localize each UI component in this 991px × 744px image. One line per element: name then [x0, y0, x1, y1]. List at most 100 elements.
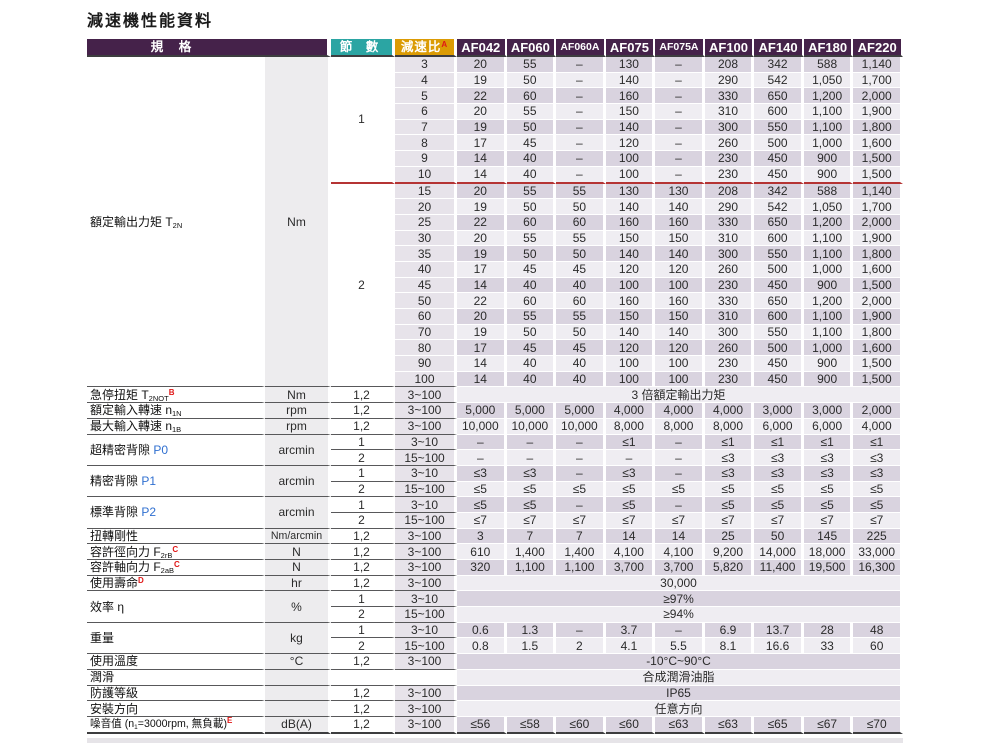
model-header: AF100 — [705, 39, 755, 57]
value-cell: – — [507, 450, 557, 466]
value-cell: 1,500 — [853, 167, 903, 184]
value-cell: ≤60 — [556, 717, 606, 734]
value-cell: 208 — [705, 57, 755, 73]
unit-cell: °C — [265, 654, 331, 670]
value-cell: ≤1 — [804, 435, 854, 451]
value-cell: – — [655, 623, 705, 639]
value-cell: ≤7 — [606, 513, 656, 529]
value-cell: 550 — [754, 325, 804, 341]
ratio-cell: 15~100 — [395, 607, 457, 623]
value-cell: 330 — [705, 215, 755, 231]
spec-label-cell: 額定輸入轉速 n1N — [87, 403, 265, 419]
value-cell: – — [556, 57, 606, 73]
value-cell: 600 — [754, 309, 804, 325]
value-cell: 17 — [457, 262, 507, 278]
value-cell: 140 — [606, 120, 656, 136]
spec-label-cell: 潤滑 — [87, 670, 265, 686]
value-cell: 19 — [457, 246, 507, 262]
unit-cell — [265, 701, 331, 717]
value-cell: ≤5 — [457, 497, 507, 513]
unit-cell — [265, 686, 331, 702]
merged-value-cell: IP65 — [457, 686, 903, 702]
table-row: 容許軸向力 F2aBCN1,23~1003201,1001,1003,7003,… — [87, 560, 903, 576]
spec-label-cell: 標準背隙 P2 — [87, 497, 265, 528]
value-cell: 1.3 — [507, 623, 557, 639]
value-cell: 1,200 — [804, 293, 854, 309]
value-cell: 1,500 — [853, 372, 903, 388]
value-cell: ≤1 — [754, 435, 804, 451]
value-cell: 100 — [606, 167, 656, 184]
value-cell: 900 — [804, 356, 854, 372]
stage-cell: 1,2 — [331, 686, 395, 702]
value-cell: 1,600 — [853, 340, 903, 356]
backlash-grade-label: P1 — [141, 474, 156, 488]
value-cell: 18,000 — [804, 544, 854, 560]
value-cell: 4,100 — [655, 544, 705, 560]
value-cell: 150 — [606, 104, 656, 120]
merged-value-cell: 任意方向 — [457, 701, 903, 717]
value-cell: ≤3 — [606, 466, 656, 482]
value-cell: 6,000 — [754, 419, 804, 435]
value-cell: 4,000 — [655, 403, 705, 419]
value-cell: 1.5 — [507, 638, 557, 654]
value-cell: 1,140 — [853, 57, 903, 73]
value-cell: 16,300 — [853, 560, 903, 576]
footnote-marker: C — [172, 545, 178, 554]
value-cell: – — [655, 466, 705, 482]
value-cell: 140 — [655, 246, 705, 262]
model-header: AF060 — [507, 39, 557, 57]
stage-cell: 1 — [331, 466, 395, 482]
value-cell: ≤3 — [457, 466, 507, 482]
value-cell: 40 — [507, 372, 557, 388]
stage-cell: 1,2 — [331, 403, 395, 419]
ratio-cell: 10 — [395, 167, 457, 184]
value-cell: 550 — [754, 246, 804, 262]
stage-cell: 1,2 — [331, 387, 395, 403]
value-cell: 50 — [507, 73, 557, 89]
value-cell: 290 — [705, 199, 755, 215]
value-cell: 160 — [655, 293, 705, 309]
spec-label-cell: 超精密背隙 P0 — [87, 435, 265, 466]
value-cell: 588 — [804, 57, 854, 73]
value-cell: 50 — [556, 199, 606, 215]
value-cell: – — [556, 104, 606, 120]
value-cell: 100 — [606, 151, 656, 167]
value-cell: ≤65 — [754, 717, 804, 734]
value-cell: 60 — [507, 88, 557, 104]
value-cell: ≤3 — [705, 466, 755, 482]
value-cell: 50 — [507, 325, 557, 341]
value-cell: ≤3 — [804, 466, 854, 482]
value-cell: ≤7 — [853, 513, 903, 529]
unit-cell: rpm — [265, 403, 331, 419]
stage-cell: 1 — [331, 435, 395, 451]
stage-cell: 2 — [331, 184, 395, 388]
value-cell: 4,000 — [606, 403, 656, 419]
unit-cell — [265, 670, 331, 686]
value-cell: 45 — [507, 262, 557, 278]
value-cell: 6.9 — [705, 623, 755, 639]
model-header: AF042 — [457, 39, 507, 57]
value-cell: 1,100 — [804, 104, 854, 120]
table-row: 容許徑向力 F2rBCN1,23~1006101,4001,4004,1004,… — [87, 544, 903, 560]
unit-cell: N — [265, 560, 331, 576]
table-row: 扭轉剛性Nm/arcmin1,23~10037714142550145225 — [87, 529, 903, 545]
value-cell: 2 — [556, 638, 606, 654]
value-cell: 900 — [804, 278, 854, 294]
value-cell: 150 — [606, 231, 656, 247]
value-cell: 50 — [507, 120, 557, 136]
spec-label-cell: 扭轉剛性 — [87, 529, 265, 545]
value-cell: 330 — [705, 88, 755, 104]
value-cell: 600 — [754, 104, 804, 120]
value-cell: 1,050 — [804, 73, 854, 89]
page-title: 減速機性能資料 — [87, 7, 213, 31]
table-row: 噪音值 (n1=3000rpm, 無負載)EdB(A)1,23~100≤56≤5… — [87, 717, 903, 734]
value-cell: – — [556, 88, 606, 104]
value-cell: – — [606, 450, 656, 466]
value-cell: 14 — [457, 356, 507, 372]
stage-cell: 1,2 — [331, 654, 395, 670]
value-cell: 1,000 — [804, 262, 854, 278]
ratio-cell: 7 — [395, 120, 457, 136]
ratio-cell: 60 — [395, 309, 457, 325]
value-cell: 1,140 — [853, 184, 903, 200]
merged-value-cell: ≥94% — [457, 607, 903, 623]
